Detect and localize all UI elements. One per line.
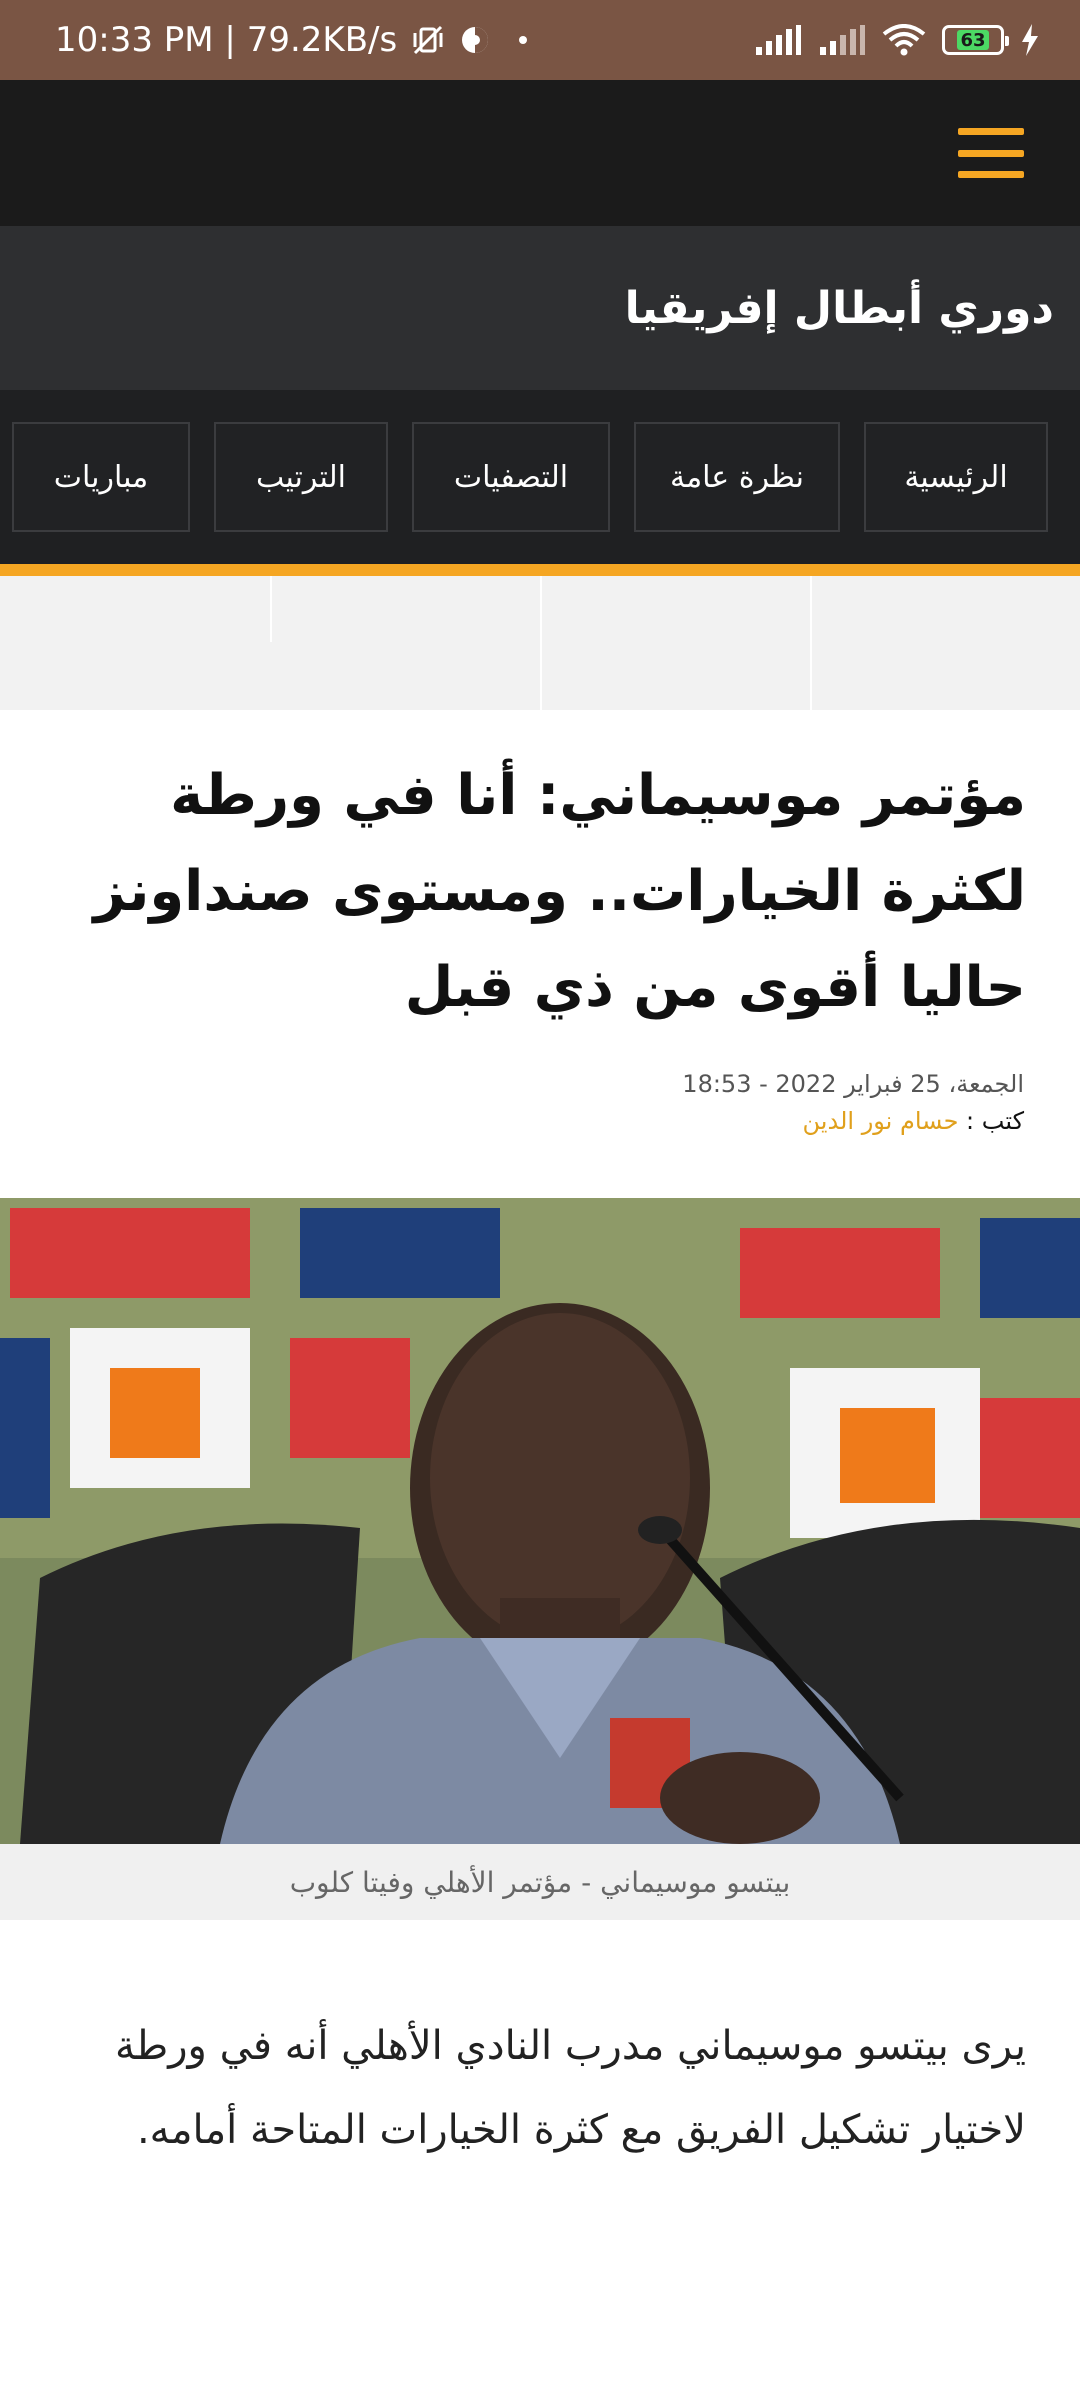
dot-icon	[505, 34, 535, 46]
charging-icon	[1020, 24, 1040, 56]
league-bar: دوري أبطال إفريقيا	[0, 226, 1080, 390]
author-name-link[interactable]: حسام نور الدين	[803, 1107, 959, 1135]
signal-icon	[818, 25, 866, 55]
status-bar: 10:33 PM | 79.2KB/s 63	[0, 0, 1080, 80]
status-time: 10:33 PM | 79.2KB/s	[55, 20, 398, 60]
ad-divider	[270, 576, 272, 642]
article-body: يرى بيتسو موسيماني مدرب النادي الأهلي أن…	[114, 2023, 1026, 2153]
league-title: دوري أبطال إفريقيا	[624, 282, 1054, 334]
author-label: كتب :	[966, 1107, 1024, 1135]
tab-standings[interactable]: الترتيب	[214, 422, 388, 532]
nav-tabs: الرئيسية نظرة عامة التصفيات الترتيب مبار…	[0, 390, 1080, 564]
hamburger-menu-icon[interactable]	[958, 128, 1024, 178]
wifi-icon	[882, 24, 926, 56]
status-right: 63	[754, 24, 1040, 56]
app-header	[0, 80, 1080, 226]
accent-divider	[0, 564, 1080, 576]
ad-divider	[810, 576, 812, 710]
battery-level: 63	[956, 30, 990, 51]
data-saver-icon	[459, 24, 491, 56]
ad-divider	[540, 576, 542, 710]
article-meta: الجمعة، 25 فبراير 2022 - 18:53 كتب : حسا…	[682, 1066, 1024, 1140]
tab-qualifiers[interactable]: التصفيات	[412, 422, 610, 532]
tab-overview[interactable]: نظرة عامة	[634, 422, 840, 532]
ad-strip	[0, 576, 1080, 710]
article-date: الجمعة، 25 فبراير 2022 - 18:53	[682, 1070, 1024, 1098]
article-author: كتب : حسام نور الدين	[682, 1102, 1024, 1140]
tab-home[interactable]: الرئيسية	[864, 422, 1048, 532]
status-left: 10:33 PM | 79.2KB/s	[55, 20, 535, 60]
vibrate-off-icon	[411, 23, 445, 57]
article-photo[interactable]	[0, 1198, 1080, 1844]
battery-icon: 63	[942, 25, 1009, 55]
signal-icon	[754, 25, 802, 55]
article-title: مؤتمر موسيماني: أنا في ورطة لكثرة الخيار…	[93, 763, 1026, 1020]
press-conference-photo	[0, 1198, 1080, 1844]
image-caption: بيتسو موسيماني - مؤتمر الأهلي وفيتا كلوب	[0, 1844, 1080, 1920]
tab-matches[interactable]: مباريات	[12, 422, 190, 532]
